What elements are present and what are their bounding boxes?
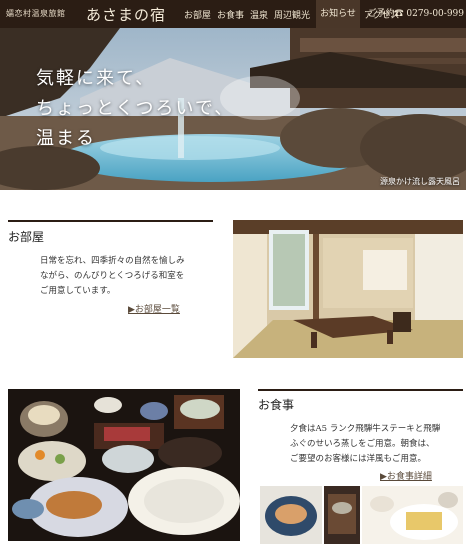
- meals-detail-link[interactable]: ▶お食事詳細: [380, 469, 432, 482]
- meal-thumbnail: [260, 486, 322, 544]
- reserve-phone-link[interactable]: ご予約☎ 0279-00-999: [368, 0, 464, 28]
- nav-sightseeing[interactable]: 周辺観光: [274, 8, 310, 21]
- rooms-description: 日常を忘れ、四季折々の自然を愉しみ ながら、のんびりとくつろげる和室を ご用意し…: [40, 254, 220, 299]
- rooms-description-line: 日常を忘れ、四季折々の自然を愉しみ: [40, 256, 185, 266]
- rooms-description-line: ながら、のんびりとくつろげる和室を: [40, 271, 185, 281]
- rooms-list-link[interactable]: ▶お部屋一覧: [128, 302, 180, 315]
- hero-banner: 気軽に来て、 ちょっとくつろいで、 温まる 源泉かけ流し露天風呂: [0, 28, 466, 190]
- meals-description-line: ご要望のお客様には洋風もご用意。: [290, 454, 427, 464]
- hero-tagline: 気軽に来て、 ちょっとくつろいで、 温まる: [36, 64, 234, 154]
- rooms-heading: お部屋: [8, 230, 45, 244]
- nav-meals[interactable]: お食事: [217, 8, 244, 21]
- rooms-divider: [8, 220, 213, 222]
- hero-tagline-line: ちょっとくつろいで、: [36, 98, 235, 119]
- logo-subtitle: 嬬恋村温泉旅館: [6, 9, 66, 18]
- nav-rooms[interactable]: お部屋: [184, 8, 211, 21]
- meals-description: 夕食はA5 ランク飛騨牛ステーキと飛騨 ふぐのせいろ蒸しをご用意。朝食は、 ご要…: [290, 422, 465, 467]
- hero-tagline-line: 気軽に来て、: [36, 68, 156, 89]
- site-header: 嬬恋村温泉旅館 あさまの宿 お部屋 お食事 温泉 周辺観光 お知らせ アクセス …: [0, 0, 466, 28]
- room-photo: [233, 220, 463, 358]
- nav-news[interactable]: お知らせ: [316, 0, 360, 28]
- rooms-description-line: ご用意しています。: [40, 286, 116, 296]
- meal-thumbnail: [324, 486, 360, 544]
- meals-divider: [258, 389, 463, 391]
- hero-tagline-line: 温まる: [36, 128, 96, 149]
- logo[interactable]: あさまの宿: [86, 4, 166, 25]
- meal-thumbnail: [362, 486, 463, 544]
- hero-photo-caption: 源泉かけ流し露天風呂: [380, 177, 460, 186]
- meals-heading: お食事: [258, 398, 295, 412]
- meals-description-line: ふぐのせいろ蒸しをご用意。朝食は、: [290, 439, 435, 449]
- meal-photo: [8, 389, 240, 541]
- nav-onsen[interactable]: 温泉: [250, 8, 268, 21]
- meals-description-line: 夕食はA5 ランク飛騨牛ステーキと飛騨: [290, 424, 441, 434]
